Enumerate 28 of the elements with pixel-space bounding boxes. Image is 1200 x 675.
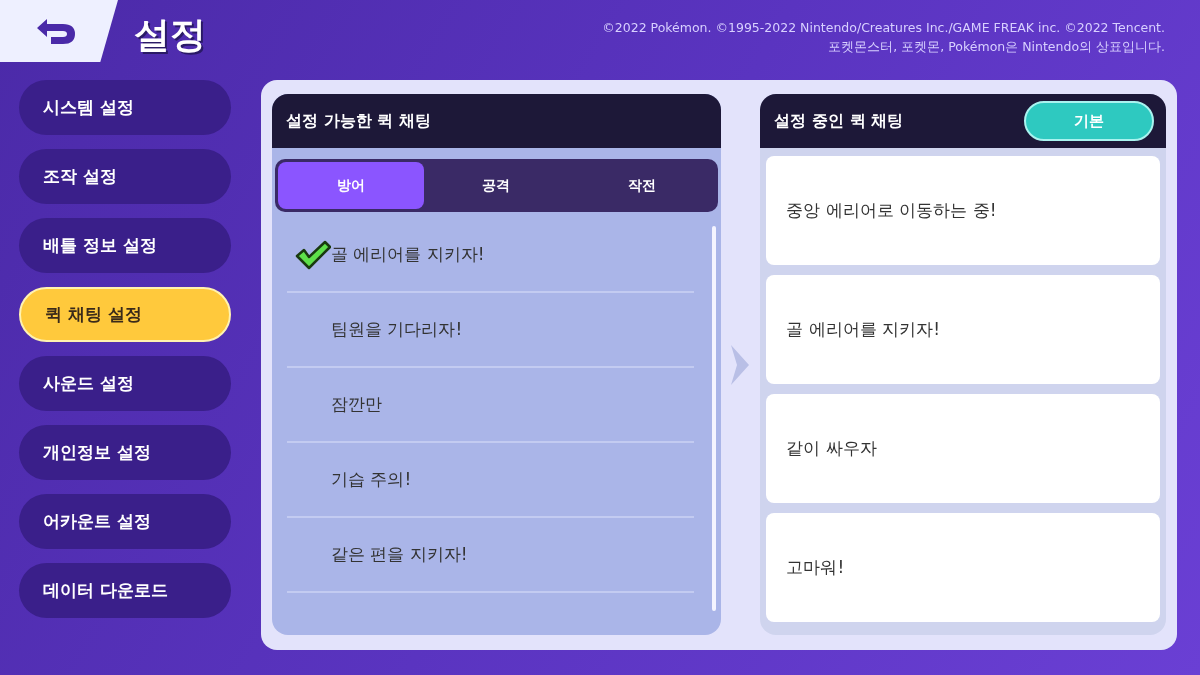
page-title: 설정 [134,13,206,57]
chat-option[interactable]: 기습 주의! [331,466,412,493]
chat-slot[interactable]: 같이 싸우자 [766,394,1160,503]
chat-option[interactable]: 팀원을 기다리자! [331,316,463,343]
back-button[interactable] [0,0,118,62]
tab[interactable]: 방어 [278,162,424,209]
chat-option[interactable]: 같은 편을 지키자! [331,541,468,568]
sidebar-item[interactable]: 사운드 설정 [19,356,231,411]
sidebar-item[interactable]: 시스템 설정 [19,80,231,135]
sidebar-item[interactable]: 어카운트 설정 [19,494,231,549]
sidebar-item[interactable]: 배틀 정보 설정 [19,218,231,273]
sidebar-item[interactable]: 조작 설정 [19,149,231,204]
sidebar-item[interactable]: 개인정보 설정 [19,425,231,480]
panel-title: 설정 중인 퀵 채팅 [774,110,904,132]
chevron-right-icon [729,343,752,387]
chat-slot[interactable]: 골 에리어를 지키자! [766,275,1160,384]
panel-title: 설정 가능한 퀵 채팅 [286,110,431,132]
copyright-text: ©2022 Pokémon. ©1995-2022 Nintendo/Creatures Inc./GAME FREAK inc. ©2022 Tencent. [602,19,1165,37]
sidebar-item[interactable]: 데이터 다운로드 [19,563,231,618]
chat-option[interactable]: 골 에리어를 지키자! [331,241,485,268]
copyright-text: 포켓몬스터, 포켓몬, Pokémon은 Nintendo의 상표입니다. [827,38,1165,56]
tab[interactable]: 작전 [569,162,715,209]
scrollbar[interactable] [711,226,716,611]
sidebar-item[interactable]: 퀵 채팅 설정 [19,287,231,342]
chat-option[interactable]: 잠깐만 [331,391,382,418]
tab[interactable]: 공격 [423,162,569,209]
chat-slot[interactable]: 중앙 에리어로 이동하는 중! [766,156,1160,265]
chat-slot[interactable]: 고마워! [766,513,1160,622]
